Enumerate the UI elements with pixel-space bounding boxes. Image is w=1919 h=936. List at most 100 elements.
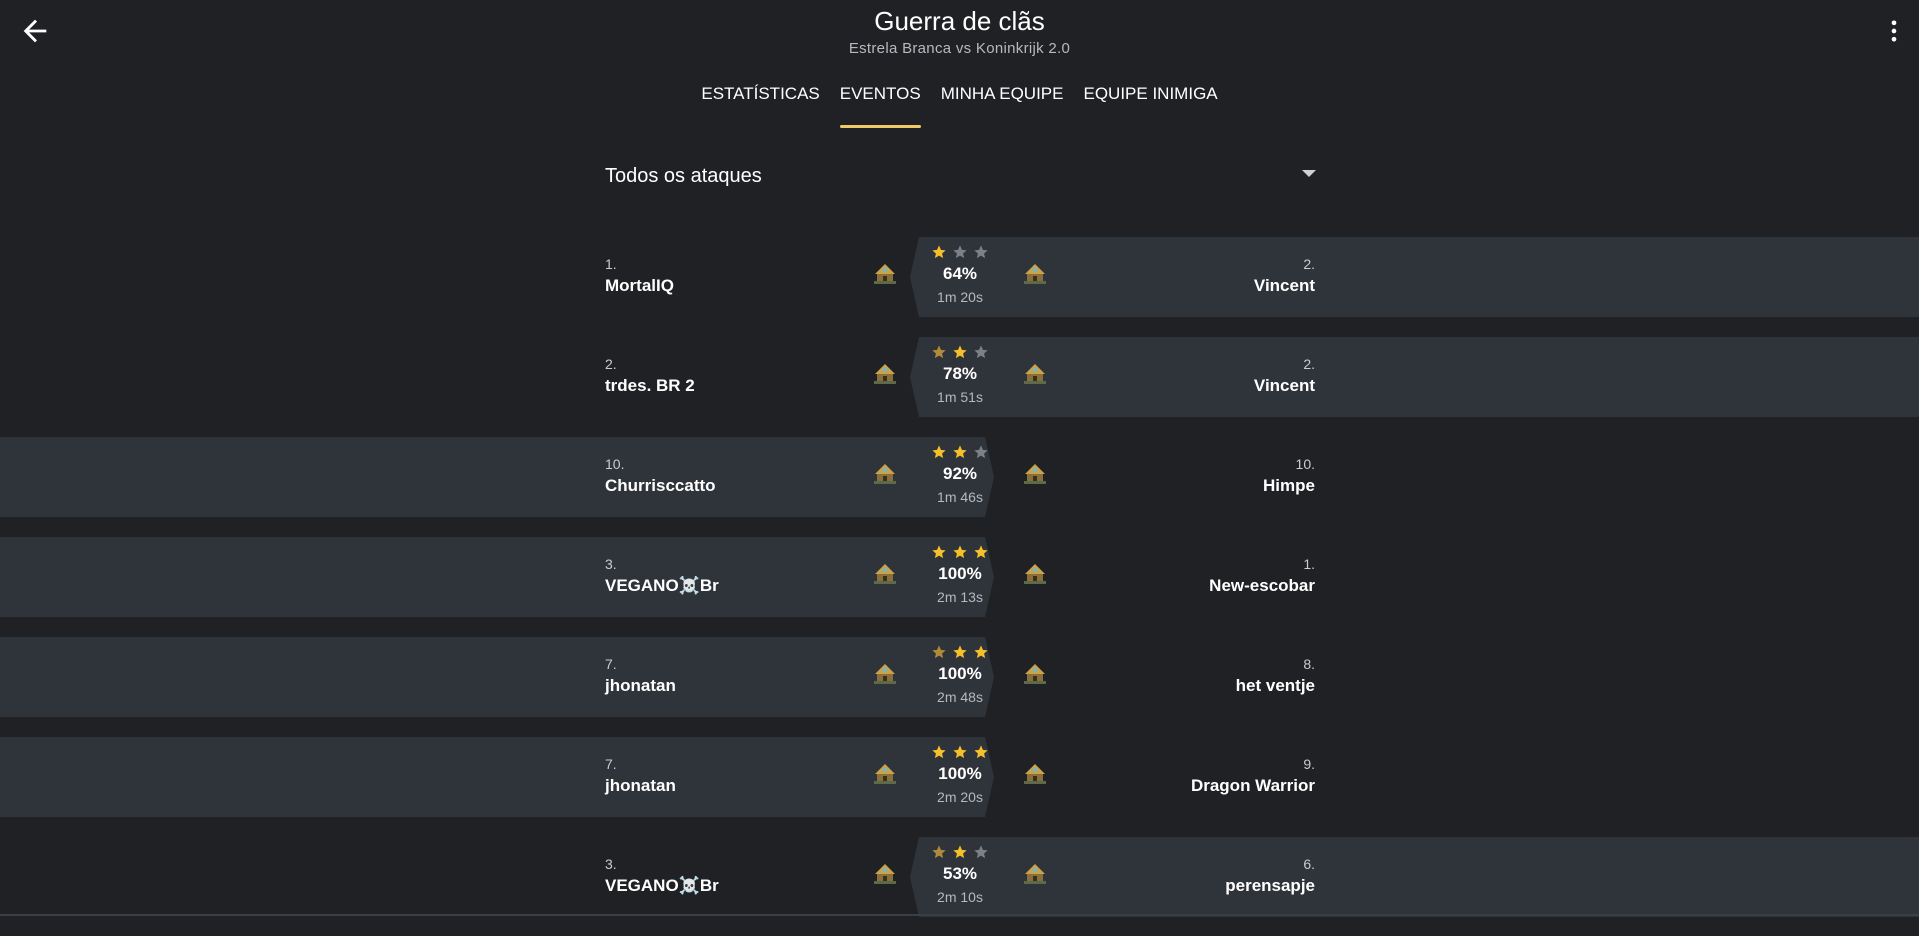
defender-rank: 6. [1303, 856, 1315, 872]
attack-filter-dropdown[interactable]: Todos os ataques [605, 160, 1316, 194]
star-icon [932, 345, 946, 359]
attacker-rank: 3. [605, 856, 617, 872]
star-rating [930, 344, 990, 362]
destruction-percent: 100% [938, 764, 982, 783]
attacker-rank: 3. [605, 556, 617, 572]
star-icon [932, 245, 946, 259]
attack-filter-label: Todos os ataques [605, 165, 762, 187]
defender-name: New-escobar [1209, 576, 1315, 595]
star-icon [953, 445, 967, 459]
attacker-town-hall-icon [874, 764, 896, 784]
app-bar: Guerra de clãs Estrela Branca vs Koninkr… [0, 0, 1919, 130]
attacker-name: VEGANO☠️Br [605, 576, 719, 595]
attack-duration: 1m 51s [937, 389, 983, 405]
row-highlight [0, 537, 994, 617]
star-rating [930, 844, 990, 862]
attack-duration: 2m 10s [937, 889, 983, 905]
defender-town-hall-icon [1024, 564, 1046, 584]
attacker-name: jhonatan [605, 676, 676, 695]
star-rating [930, 744, 990, 762]
defender-name: Vincent [1253, 276, 1315, 295]
event-row[interactable]: 1. MortalIQ 64% 1m 20s 2. Vincent [0, 236, 1919, 336]
events-list: 1. MortalIQ 64% 1m 20s 2. Vincent 2. trd… [0, 236, 1919, 936]
row-highlight [0, 637, 994, 717]
star-icon [974, 745, 988, 759]
defender-town-hall-icon [1024, 864, 1046, 884]
star-icon [932, 545, 946, 559]
event-row[interactable]: 7. jhonatan 100% 2m 20s 9. Dragon Warrio… [0, 736, 1919, 836]
star-icon [932, 745, 946, 759]
attacker-rank: 7. [605, 756, 617, 772]
destruction-percent: 100% [938, 664, 982, 683]
star-rating [930, 544, 990, 562]
attacker-name: Churrisccatto [605, 476, 716, 495]
more-vert-icon [1891, 20, 1897, 42]
star-icon [932, 645, 946, 659]
attack-duration: 1m 46s [937, 489, 983, 505]
attacker-name: VEGANO☠️Br [605, 876, 719, 895]
attacker-name: jhonatan [605, 776, 676, 795]
star-rating [930, 444, 990, 462]
star-icon [953, 345, 967, 359]
star-icon [974, 845, 988, 859]
page-title: Guerra de clãs [874, 6, 1045, 36]
defender-rank: 9. [1303, 756, 1315, 772]
row-highlight [910, 237, 1919, 317]
tab-minha-equipe[interactable]: MINHA EQUIPE [941, 84, 1064, 128]
row-highlight [0, 437, 994, 517]
attack-duration: 1m 20s [937, 289, 983, 305]
defender-town-hall-icon [1024, 464, 1046, 484]
defender-name: Dragon Warrior [1190, 776, 1315, 795]
star-icon [974, 645, 988, 659]
star-icon [953, 645, 967, 659]
attacker-town-hall-icon [874, 364, 896, 384]
defender-name: het ventje [1235, 676, 1315, 695]
star-icon [953, 845, 967, 859]
attacker-town-hall-icon [874, 664, 896, 684]
attack-duration: 2m 13s [937, 589, 983, 605]
defender-rank: 2. [1303, 356, 1315, 372]
star-icon [974, 245, 988, 259]
defender-name: Himpe [1263, 476, 1315, 495]
attacker-town-hall-icon [874, 464, 896, 484]
destruction-percent: 92% [942, 464, 978, 483]
star-icon [932, 445, 946, 459]
event-row[interactable]: 3. VEGANO☠️Br 53% 2m 10s 6. perensapje [0, 836, 1919, 936]
attacker-rank: 2. [605, 356, 617, 372]
attacker-name: trdes. BR 2 [605, 376, 695, 395]
attacker-town-hall-icon [874, 564, 896, 584]
defender-rank: 10. [1295, 456, 1315, 472]
star-rating [930, 244, 990, 262]
attacker-town-hall-icon [874, 264, 896, 284]
attack-duration: 2m 48s [937, 689, 983, 705]
event-row[interactable]: 3. VEGANO☠️Br 100% 2m 13s 1. New-escobar [0, 536, 1919, 636]
defender-town-hall-icon [1024, 664, 1046, 684]
event-row[interactable]: 10. Churrisccatto 92% 1m 46s 10. Himpe [0, 436, 1919, 536]
defender-name: perensapje [1225, 876, 1315, 895]
attacker-town-hall-icon [874, 864, 896, 884]
more-options-button[interactable] [1880, 14, 1908, 48]
bottom-divider [0, 914, 1919, 916]
defender-town-hall-icon [1024, 264, 1046, 284]
caret-down-icon [1302, 170, 1316, 177]
star-icon [932, 845, 946, 859]
defender-name: Vincent [1253, 376, 1315, 395]
tab-eventos[interactable]: EVENTOS [839, 84, 921, 128]
star-icon [974, 345, 988, 359]
star-icon [974, 445, 988, 459]
destruction-percent: 100% [938, 564, 982, 583]
destruction-percent: 53% [942, 864, 978, 883]
tab-estatisticas[interactable]: ESTATÍSTICAS [701, 84, 819, 128]
defender-town-hall-icon [1024, 764, 1046, 784]
row-highlight [910, 837, 1919, 917]
destruction-percent: 78% [942, 364, 978, 383]
attacker-rank: 1. [605, 256, 617, 272]
tab-equipe-inimiga[interactable]: EQUIPE INIMIGA [1084, 84, 1218, 128]
star-rating [930, 644, 990, 662]
attacker-rank: 7. [605, 656, 617, 672]
event-row[interactable]: 7. jhonatan 100% 2m 48s 8. het ventje [0, 636, 1919, 736]
event-row[interactable]: 2. trdes. BR 2 78% 1m 51s 2. Vincent [0, 336, 1919, 436]
defender-town-hall-icon [1024, 364, 1046, 384]
tab-bar: ESTATÍSTICAS EVENTOS MINHA EQUIPE EQUIPE… [0, 84, 1919, 128]
attacker-name: MortalIQ [605, 276, 674, 295]
